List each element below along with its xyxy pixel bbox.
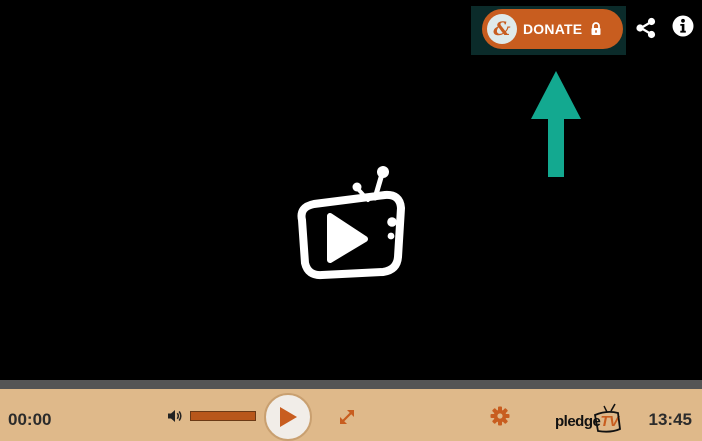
donate-highlight: & DONATE (471, 6, 626, 55)
volume-icon[interactable] (167, 408, 183, 424)
info-icon[interactable] (671, 14, 695, 38)
donate-amp-icon: & (487, 14, 517, 44)
control-bar: 00:00 pledgeTV 13:45 (0, 389, 702, 441)
play-icon (280, 407, 297, 427)
total-time: 13:45 (648, 410, 692, 429)
arrow-up-icon (531, 71, 581, 177)
brand-text: pledgeTV (555, 413, 619, 430)
volume-slider[interactable] (190, 411, 256, 421)
video-area[interactable]: & DONATE (0, 0, 702, 380)
donate-label: DONATE (523, 21, 583, 37)
pledgetv-logo: pledgeTV (555, 403, 625, 433)
current-time: 00:00 (8, 410, 52, 429)
share-icon[interactable] (634, 16, 658, 40)
volume-fill (191, 412, 255, 420)
progress-track[interactable] (0, 380, 702, 389)
gear-icon[interactable] (490, 406, 510, 426)
donate-button[interactable]: & DONATE (482, 9, 623, 49)
tv-play-icon[interactable] (290, 162, 410, 280)
lock-icon (590, 22, 602, 36)
play-button[interactable] (264, 393, 312, 441)
fullscreen-icon[interactable] (337, 407, 357, 427)
